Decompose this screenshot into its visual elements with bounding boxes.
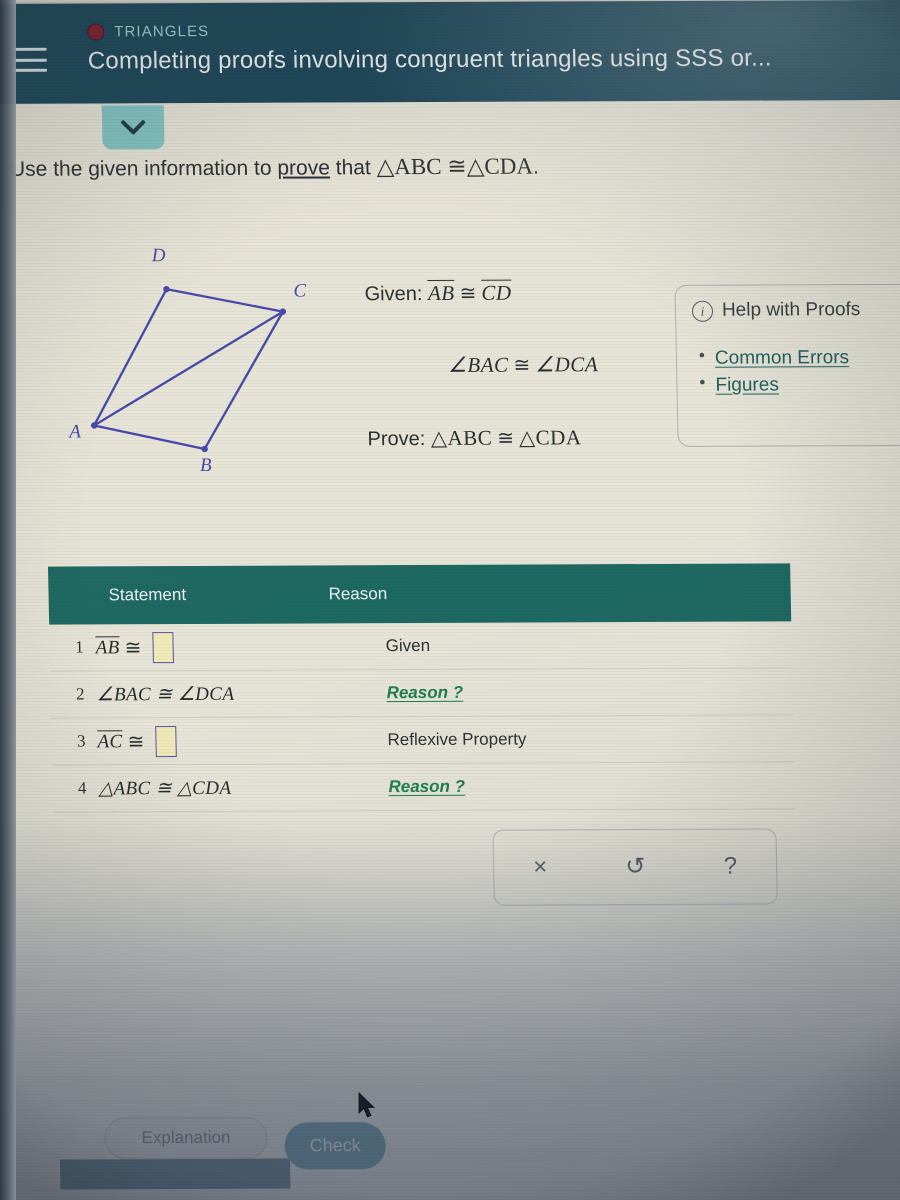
given-angle-dca: ∠DCA [535,352,599,377]
table-row: 3 AC ≅ Reflexive Property [51,715,795,766]
row-number: 4 [77,778,87,798]
table-row: 2 ∠BAC ≅ ∠DCA Reason ? [50,668,794,719]
statement-cell: ∠BAC ≅ ∠DCA [96,683,235,705]
statement-segment-ac: AC [97,730,123,753]
reason-link-2[interactable]: Reason ? [386,683,463,702]
segment-BC [203,310,285,451]
chevron-down-icon [121,120,146,135]
vertex-label-D: D [151,245,166,267]
prompt-triangle-abc: △ABC [376,153,442,180]
topic-label: TRIANGLES [114,22,210,41]
reason-cell: Reason ? [386,681,792,703]
segment-AB [93,424,206,451]
vertex-label-A: A [69,421,82,443]
hamburger-bar [12,58,47,62]
prove-label: Prove: [367,427,426,451]
segment-DC [165,287,285,313]
reason-link-4[interactable]: Reason ? [388,777,465,796]
congruent-symbol: ≅ [497,427,515,450]
reason-text-given: Given [385,635,431,656]
reason-cell: Reason ? [388,775,794,797]
row-number: 2 [75,684,85,704]
lesson-title: Completing proofs involving congruent tr… [87,44,772,75]
statement-cell: △ABC ≅ △CDA [98,777,232,799]
list-item: Common Errors [715,347,900,370]
undo-icon[interactable]: ↺ [625,853,646,880]
help-panel-title: Help with Proofs [721,299,861,321]
check-button[interactable]: Check [284,1122,387,1170]
info-icon: i [691,300,714,322]
question-prompt: Use the given information to prove that … [10,154,539,182]
statement-segment-ab: AB [95,636,120,659]
prove-link[interactable]: prove [277,156,330,179]
monitor-bezel-left [0,0,16,1200]
given-label: Given: [364,283,423,306]
reason-cell: Reflexive Property [387,728,793,750]
given-line-2: ∠BAC ≅ ∠DCA [448,352,599,378]
screen-surface: www.awalks TRIANGLES Completing proofs i… [0,0,900,1200]
math-tool-palette: × ↺ ? [492,828,778,906]
bottom-bar-strip [59,1158,291,1190]
proof-table-header: Statement Reason [47,563,792,625]
app-header: TRIANGLES Completing proofs involving co… [0,0,900,104]
explanation-button[interactable]: Explanation [104,1116,268,1160]
help-link-figures[interactable]: Figures [715,374,779,395]
list-item: Figures [715,374,900,397]
help-with-proofs-panel: i Help with Proofs Common Errors Figures [674,283,900,447]
hamburger-bar [12,47,47,51]
help-link-common-errors[interactable]: Common Errors [715,347,850,369]
reason-cell: Given [385,634,791,656]
reason-text-reflexive: Reflexive Property [387,729,527,750]
vertex-label-C: C [293,280,307,302]
help-icon[interactable]: ? [723,853,737,880]
row-number: 3 [76,731,86,751]
help-panel-header: i Help with Proofs [691,299,900,322]
geometry-figure: D C A B [43,240,348,491]
prompt-period: . [532,155,540,179]
table-row: 1 AB ≅ Given [49,621,793,672]
given-line-1: Given: AB ≅ CD [364,279,512,307]
statement-cell: AB ≅ [95,631,386,663]
clear-icon[interactable]: × [533,853,548,880]
prove-line: Prove: △ABC ≅ △CDA [367,425,582,451]
prompt-congruent-symbol: ≅ [447,153,467,179]
vertex-label-B: B [199,454,212,476]
column-header-statement: Statement [108,585,187,605]
photo-of-screen: www.awalks TRIANGLES Completing proofs i… [0,0,900,1200]
prove-triangle-abc: △ABC [430,425,493,450]
row-number: 1 [74,637,84,657]
help-links-list: Common Errors Figures [693,347,900,397]
topic-breadcrumb: TRIANGLES [87,23,209,41]
prompt-triangle-cda: △CDA [466,153,534,179]
prompt-prefix: Use the given information to [9,156,278,181]
column-header-reason: Reason [328,584,388,604]
statement-blank-input-3[interactable] [155,725,178,757]
statement-cell: AC ≅ [97,725,388,757]
hamburger-menu-icon[interactable] [12,47,48,72]
congruent-symbol: ≅ [459,282,477,305]
prompt-mid: that [329,156,377,180]
quadrilateral-diagram-svg [90,285,287,453]
congruent-symbol: ≅ [513,354,531,377]
collapse-panel-tab[interactable] [101,105,165,150]
congruent-symbol: ≅ [127,730,146,753]
table-row: 4 △ABC ≅ △CDA Reason ? [51,762,796,813]
hamburger-bar [12,68,48,72]
mouse-pointer-icon [358,1092,378,1125]
segment-AC-diagonal [93,310,285,427]
given-angle-bac: ∠BAC [447,352,509,377]
proof-table: Statement Reason 1 AB ≅ Given 2 ∠BAC ≅ ∠D… [47,563,796,813]
given-segment-cd: CD [481,279,512,305]
statement-blank-input-1[interactable] [152,631,175,663]
prove-triangle-cda: △CDA [518,425,582,450]
topic-status-dot-icon [87,23,105,41]
congruent-symbol: ≅ [124,636,143,659]
given-segment-ab: AB [427,279,455,305]
